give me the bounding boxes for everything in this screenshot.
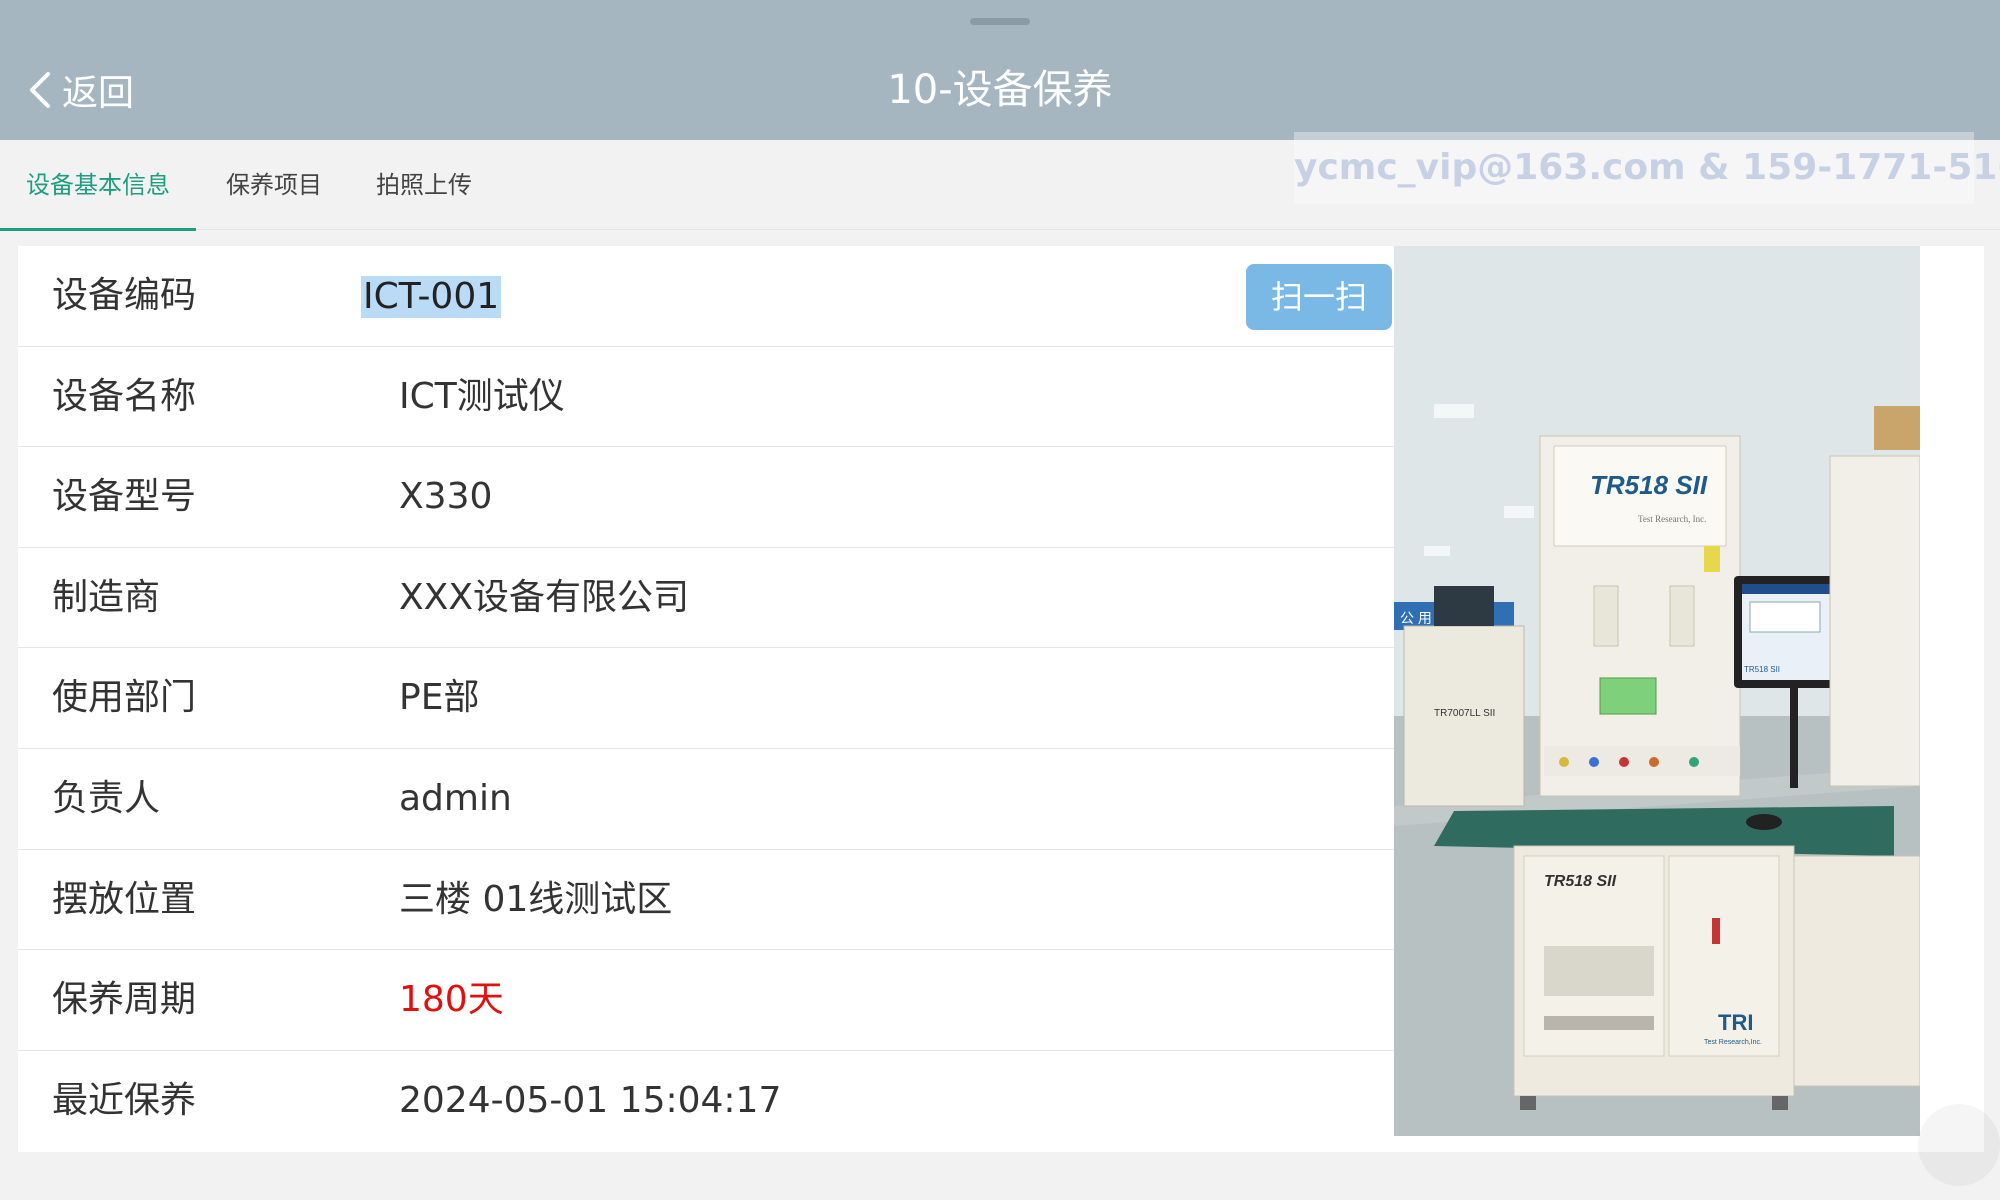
equipment-info-card: 设备编码 ICT-001 扫一扫 设备名称 ICT测试仪 设备型号 X330 制…: [18, 246, 1984, 1152]
scan-button[interactable]: 扫一扫: [1246, 264, 1392, 330]
row-label: 设备编码: [52, 275, 197, 316]
row-value: XXX设备有限公司: [399, 576, 689, 618]
app-header: 返回 10-设备保养: [0, 0, 2000, 140]
row-label: 负责人: [52, 777, 161, 819]
left-sign: 公 用: [1400, 610, 1432, 626]
row-label: 最近保养: [52, 1079, 197, 1121]
equipment-photo-illustration: 公 用 TR7007LL SII TR518 SII Test Research…: [1394, 246, 1920, 1136]
tab-photo-upload[interactable]: 拍照上传: [376, 140, 472, 230]
info-row-department: 使用部门 PE部: [18, 648, 1394, 749]
row-label: 设备型号: [52, 476, 197, 518]
info-row-cycle: 保养周期 180天: [18, 950, 1394, 1051]
floating-action-circle[interactable]: [1918, 1104, 2000, 1186]
info-row-last-maintenance: 最近保养 2024-05-01 15:04:17: [18, 1051, 1394, 1152]
row-value: X330: [399, 476, 493, 518]
tab-basic-info[interactable]: 设备基本信息: [0, 140, 196, 231]
watermark: ycmc_vip@163.com & 159-1771-5168: [1294, 132, 2000, 204]
machine-main-sublabel: Test Research, Inc.: [1638, 514, 1706, 524]
row-label: 制造商: [52, 576, 161, 618]
row-value: admin: [399, 777, 512, 819]
monitor-label: TR518 SII: [1744, 665, 1780, 674]
info-row-code: 设备编码 ICT-001 扫一扫: [18, 246, 1394, 347]
info-row-location: 摆放位置 三楼 01线测试区: [18, 850, 1394, 951]
machine-base-label: TR518 SII: [1544, 873, 1617, 890]
info-row-name: 设备名称 ICT测试仪: [18, 347, 1394, 448]
row-value: 2024-05-01 15:04:17: [399, 1079, 782, 1121]
equipment-code-field[interactable]: ICT-001: [361, 276, 502, 318]
row-value: 三楼 01线测试区: [399, 878, 673, 920]
row-value: ICT测试仪: [399, 375, 565, 417]
row-label: 保养周期: [52, 979, 197, 1021]
machine-main-label: TR518 SII: [1590, 470, 1708, 500]
row-label: 设备名称: [52, 375, 197, 417]
base-logo-sub: Test Research,Inc.: [1704, 1039, 1762, 1046]
info-list: 设备编码 ICT-001 扫一扫 设备名称 ICT测试仪 设备型号 X330 制…: [18, 246, 1394, 1151]
base-logo: TRI: [1718, 1010, 1753, 1035]
info-row-model: 设备型号 X330: [18, 447, 1394, 548]
row-label: 摆放位置: [52, 878, 197, 920]
info-row-owner: 负责人 admin: [18, 749, 1394, 850]
tab-maintenance-items[interactable]: 保养项目: [226, 140, 322, 230]
equipment-photo[interactable]: 公 用 TR7007LL SII TR518 SII Test Research…: [1394, 246, 1920, 1136]
row-label: 使用部门: [52, 677, 197, 719]
row-value: 180天: [399, 979, 504, 1021]
row-value: PE部: [399, 677, 480, 719]
left-machine-label: TR7007LL SII: [1434, 708, 1495, 719]
drag-handle[interactable]: [970, 18, 1030, 25]
info-row-manufacturer: 制造商 XXX设备有限公司: [18, 548, 1394, 649]
page-title: 10-设备保养: [887, 67, 1113, 113]
